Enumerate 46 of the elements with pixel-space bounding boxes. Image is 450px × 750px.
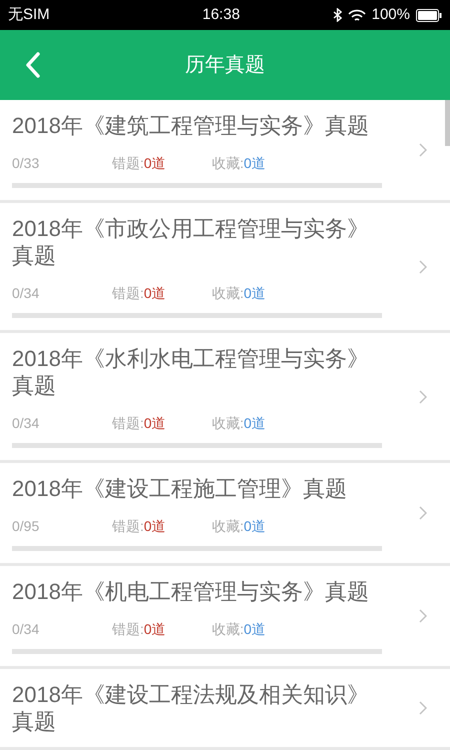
wrong-count: 0道	[144, 620, 167, 639]
favorite-count: 0道	[244, 154, 266, 173]
favorite-count: 0道	[244, 284, 266, 303]
chevron-icon	[419, 260, 427, 274]
chevron-icon	[419, 506, 427, 520]
chevron-icon	[419, 390, 427, 404]
time-text: 16:38	[202, 4, 240, 25]
item-title: 2018年《建筑工程管理与实务》真题	[12, 112, 370, 139]
wrong-label: 错题:	[112, 620, 144, 639]
progress-count: 0/33	[12, 154, 40, 173]
favorite-label: 收藏:	[212, 620, 244, 639]
wifi-icon	[348, 8, 366, 22]
favorite-label: 收藏:	[212, 517, 244, 536]
chevron-icon	[419, 609, 427, 623]
wrong-label: 错题:	[112, 154, 144, 173]
wrong-label: 错题:	[112, 414, 144, 433]
chevron-icon	[419, 701, 427, 715]
item-title: 2018年《市政公用工程管理与实务》真题	[12, 215, 370, 269]
progress-count: 0/34	[12, 620, 40, 639]
battery-text: 100%	[372, 4, 410, 25]
progress-count: 0/34	[12, 284, 40, 303]
scrollbar	[445, 100, 450, 146]
battery-icon	[416, 8, 442, 22]
wrong-label: 错题:	[112, 517, 144, 536]
progress-count: 0/95	[12, 517, 40, 536]
wrong-count: 0道	[144, 284, 167, 303]
favorite-label: 收藏:	[212, 154, 244, 173]
favorite-label: 收藏:	[212, 414, 244, 433]
favorite-count: 0道	[244, 620, 266, 639]
favorite-label: 收藏:	[212, 284, 244, 303]
item-title: 2018年《机电工程管理与实务》真题	[12, 578, 370, 605]
carrier-text: 无SIM	[8, 4, 50, 25]
wrong-count: 0道	[144, 517, 167, 536]
item-title: 2018年《建设工程施工管理》真题	[12, 475, 348, 502]
back-icon[interactable]	[25, 52, 41, 78]
item-title: 2018年《水利水电工程管理与实务》真题	[12, 345, 370, 399]
bluetooth-icon	[332, 8, 342, 22]
wrong-count: 0道	[144, 154, 167, 173]
chevron-icon	[419, 143, 427, 157]
wrong-label: 错题:	[112, 284, 144, 303]
progress-count: 0/34	[12, 414, 40, 433]
item-title: 2018年《建设工程法规及相关知识》真题	[12, 681, 370, 735]
wrong-count: 0道	[144, 414, 167, 433]
favorite-count: 0道	[244, 517, 266, 536]
page-title: 历年真题	[185, 53, 265, 78]
favorite-count: 0道	[244, 414, 266, 433]
